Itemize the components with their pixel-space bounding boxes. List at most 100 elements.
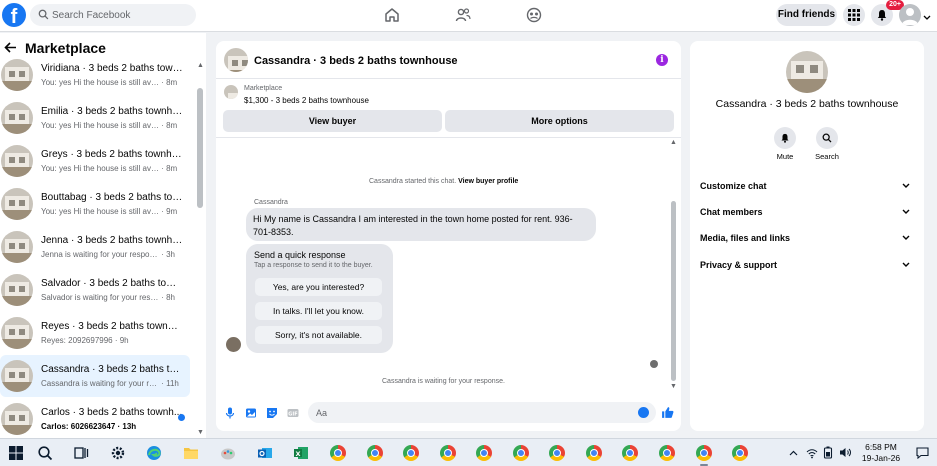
view-buyer-button[interactable]: View buyer xyxy=(223,110,442,132)
quick-response-button[interactable]: In talks. I'll let you know. xyxy=(255,302,382,320)
chrome-icon[interactable] xyxy=(549,445,565,461)
photo-icon[interactable] xyxy=(245,407,257,419)
chrome-icon[interactable] xyxy=(586,445,602,461)
view-buyer-profile-link[interactable]: View buyer profile xyxy=(458,178,518,185)
emoji-icon[interactable] xyxy=(638,407,649,418)
chat-list-item-active[interactable]: Cassandra · 3 beds 2 baths tow... Cassan… xyxy=(0,355,190,397)
taskbar-clock[interactable]: 6:58 PM 19-Jan-26 xyxy=(858,442,904,464)
chat-list-item[interactable]: Salvador · 3 beds 2 baths townh... Salva… xyxy=(0,269,190,311)
media-files-links-row[interactable]: Media, files and links xyxy=(700,229,914,249)
chevron-down-icon xyxy=(902,183,910,188)
listing-source: Marketplace xyxy=(244,85,283,92)
chat-members-row[interactable]: Chat members xyxy=(700,203,914,223)
windows-start-icon[interactable] xyxy=(8,445,24,461)
excel-icon[interactable]: X xyxy=(293,445,309,461)
paint-icon[interactable] xyxy=(220,445,236,461)
quick-response-button[interactable]: Sorry, it's not available. xyxy=(255,326,382,344)
search-input[interactable] xyxy=(52,4,192,26)
chat-started-notice: Cassandra started this chat. View buyer … xyxy=(369,178,519,185)
settings-gear-icon[interactable] xyxy=(110,445,126,461)
chat-list-item[interactable]: Viridiana · 3 beds 2 baths town... You: … xyxy=(0,54,190,96)
chat-scroll-down-arrow[interactable]: ▼ xyxy=(670,383,677,390)
marketplace-sidebar: Marketplace Viridiana · 3 beds 2 baths t… xyxy=(0,33,206,438)
chrome-icon[interactable] xyxy=(659,445,675,461)
details-thumbnail[interactable] xyxy=(786,51,828,93)
friends-icon[interactable] xyxy=(454,6,472,24)
gif-icon[interactable]: GIF xyxy=(287,407,299,419)
account-chevron-icon[interactable] xyxy=(923,15,931,21)
message-input-box[interactable] xyxy=(308,402,656,423)
search-chat-button[interactable] xyxy=(816,127,838,149)
grid-menu-icon xyxy=(848,9,860,21)
clock-time: 6:58 PM xyxy=(865,442,897,452)
edge-browser-icon[interactable] xyxy=(146,445,162,461)
task-view-icon[interactable] xyxy=(73,445,89,461)
chat-name: Greys · 3 beds 2 baths townhouse xyxy=(41,149,183,160)
outlook-icon[interactable] xyxy=(257,445,273,461)
chat-list-item[interactable]: Reyes · 3 beds 2 baths townhou... Reyes:… xyxy=(0,312,190,354)
clock-date: 19-Jan-26 xyxy=(861,453,901,463)
customize-chat-row[interactable]: Customize chat xyxy=(700,177,914,197)
seen-indicator-avatar xyxy=(650,360,658,368)
notification-center-icon[interactable] xyxy=(916,447,929,459)
chat-avatar[interactable] xyxy=(224,48,248,72)
quick-response-subtitle: Tap a response to send it to the buyer. xyxy=(254,262,373,269)
chrome-icon[interactable] xyxy=(622,445,638,461)
message-input[interactable] xyxy=(316,402,616,423)
sticker-icon[interactable] xyxy=(266,407,278,419)
info-icon[interactable]: i xyxy=(656,54,668,66)
chrome-icon[interactable] xyxy=(440,445,456,461)
chrome-icon[interactable] xyxy=(330,445,346,461)
chevron-down-icon xyxy=(902,235,910,240)
scroll-up-arrow[interactable]: ▲ xyxy=(197,62,204,69)
facebook-logo-icon[interactable]: f xyxy=(2,3,26,27)
microphone-icon[interactable] xyxy=(224,407,236,419)
chat-list-item[interactable]: Emilia · 3 beds 2 baths townhou... You: … xyxy=(0,97,190,139)
taskbar-search-icon[interactable] xyxy=(37,445,53,461)
search-box[interactable] xyxy=(30,4,196,26)
groups-icon[interactable] xyxy=(525,6,543,24)
message-bubble: Hi My name is Cassandra I am interested … xyxy=(246,208,596,241)
sender-avatar[interactable] xyxy=(226,337,241,352)
chevron-up-icon[interactable] xyxy=(789,450,798,456)
chat-list-item[interactable]: Jenna · 3 beds 2 baths townhou... Jenna … xyxy=(0,226,190,268)
chat-list-item[interactable]: Bouttabag · 3 beds 2 baths tow... You: y… xyxy=(0,183,190,225)
chrome-icon[interactable] xyxy=(476,445,492,461)
listing-thumbnail xyxy=(1,360,33,392)
chat-scrollbar[interactable] xyxy=(671,201,676,381)
chat-preview: Salvador is waiting for your respo... · … xyxy=(41,293,176,302)
wifi-icon[interactable] xyxy=(806,447,818,459)
home-icon[interactable] xyxy=(383,6,401,24)
battery-icon[interactable] xyxy=(823,446,833,459)
speaker-icon[interactable] xyxy=(839,446,852,459)
chrome-icon[interactable] xyxy=(367,445,383,461)
bell-icon xyxy=(781,133,789,143)
listing-title[interactable]: $1,300 - 3 beds 2 baths townhouse xyxy=(244,96,369,105)
privacy-support-row[interactable]: Privacy & support xyxy=(700,256,914,276)
chrome-icon[interactable] xyxy=(403,445,419,461)
section-label: Chat members xyxy=(700,207,763,217)
like-icon[interactable] xyxy=(661,406,674,419)
chat-scroll-up-arrow[interactable]: ▲ xyxy=(670,139,677,146)
quick-response-card: Send a quick response Tap a response to … xyxy=(246,244,393,353)
scroll-down-arrow[interactable]: ▼ xyxy=(197,429,204,436)
chat-list-item[interactable]: Carlos · 3 beds 2 baths townh... Carlos:… xyxy=(0,398,190,438)
profile-avatar[interactable] xyxy=(899,4,921,26)
chat-list-item[interactable]: Greys · 3 beds 2 baths townhouse You: ye… xyxy=(0,140,190,182)
find-friends-button[interactable]: Find friends xyxy=(776,4,837,26)
back-arrow-icon[interactable] xyxy=(4,42,17,53)
quick-response-button[interactable]: Yes, are you interested? xyxy=(255,278,382,296)
sidebar-scrollbar[interactable] xyxy=(197,88,203,208)
file-explorer-icon[interactable] xyxy=(183,445,199,461)
chat-header: Cassandra · 3 beds 2 baths townhouse i xyxy=(216,41,681,79)
chat-title[interactable]: Cassandra · 3 beds 2 baths townhouse xyxy=(254,55,458,67)
menu-button[interactable] xyxy=(843,4,865,26)
chrome-icon-active[interactable] xyxy=(691,441,717,465)
more-options-button[interactable]: More options xyxy=(445,110,674,132)
chat-name: Salvador · 3 beds 2 baths townh... xyxy=(41,278,183,289)
chrome-icon[interactable] xyxy=(732,445,748,461)
chat-preview: You: yes Hi the house is still availa...… xyxy=(41,121,178,130)
mute-button[interactable] xyxy=(774,127,796,149)
listing-thumbnail xyxy=(1,59,33,91)
chrome-icon[interactable] xyxy=(513,445,529,461)
